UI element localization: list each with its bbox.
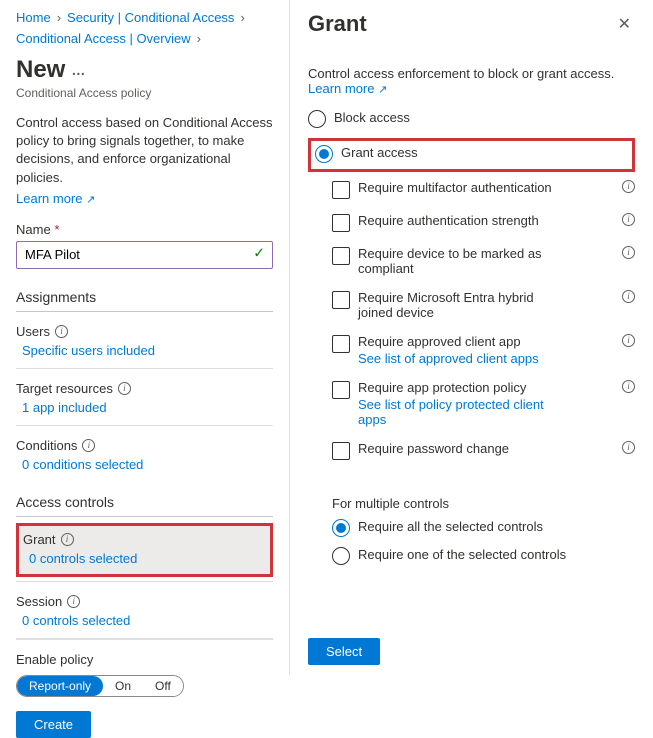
require-compliant-label: Require device to be marked as compliant [358, 246, 558, 276]
breadcrumb: Home › Security | Conditional Access › C… [16, 10, 273, 46]
external-link-icon: ↗ [378, 84, 387, 96]
toggle-off[interactable]: Off [143, 676, 183, 696]
close-icon[interactable]: ✕ [614, 10, 635, 38]
info-icon[interactable]: i [622, 290, 635, 303]
block-access-radio[interactable] [308, 110, 326, 128]
conditions-label: Conditions [16, 438, 77, 453]
grant-access-radio[interactable] [315, 145, 333, 163]
external-link-icon: ↗ [86, 194, 95, 206]
require-mfa-checkbox[interactable] [332, 181, 350, 199]
toggle-on[interactable]: On [103, 676, 143, 696]
require-all-label: Require all the selected controls [358, 519, 543, 534]
require-mfa-label: Require multifactor authentication [358, 180, 552, 195]
info-icon[interactable]: i [82, 439, 95, 452]
require-all-radio[interactable] [332, 519, 350, 537]
require-hybrid-checkbox[interactable] [332, 291, 350, 309]
session-value[interactable]: 0 controls selected [16, 613, 273, 628]
block-access-label: Block access [334, 110, 410, 125]
grant-value[interactable]: 0 controls selected [23, 551, 137, 566]
info-icon[interactable]: i [622, 380, 635, 393]
require-password-checkbox[interactable] [332, 442, 350, 460]
info-icon[interactable]: i [55, 325, 68, 338]
targets-label: Target resources [16, 381, 113, 396]
require-password-label: Require password change [358, 441, 509, 456]
grant-label: Grant [23, 532, 56, 547]
name-input[interactable] [16, 241, 273, 269]
panel-title: Grant [308, 11, 367, 37]
chevron-right-icon: › [197, 31, 201, 46]
info-icon[interactable]: i [622, 180, 635, 193]
breadcrumb-home[interactable]: Home [16, 10, 51, 25]
require-approved-checkbox[interactable] [332, 335, 350, 353]
grant-access-label: Grant access [341, 145, 418, 160]
info-icon[interactable]: i [622, 441, 635, 454]
info-icon[interactable]: i [622, 246, 635, 259]
require-strength-checkbox[interactable] [332, 214, 350, 232]
require-protection-checkbox[interactable] [332, 381, 350, 399]
learn-more-link[interactable]: Learn more ↗ [16, 191, 273, 206]
assignments-header: Assignments [16, 289, 273, 312]
approved-apps-link[interactable]: See list of approved client apps [358, 351, 539, 366]
grant-control-block[interactable]: Grant i 0 controls selected [16, 523, 273, 577]
session-label: Session [16, 594, 62, 609]
multiple-controls-label: For multiple controls [332, 496, 635, 511]
chevron-right-icon: › [240, 10, 244, 25]
breadcrumb-overview[interactable]: Conditional Access | Overview [16, 31, 191, 46]
create-button[interactable]: Create [16, 711, 91, 738]
require-approved-label: Require approved client app See list of … [358, 334, 539, 366]
require-hybrid-label: Require Microsoft Entra hybrid joined de… [358, 290, 558, 320]
require-strength-label: Require authentication strength [358, 213, 539, 228]
info-icon[interactable]: i [622, 334, 635, 347]
select-button[interactable]: Select [308, 638, 380, 665]
protection-apps-link[interactable]: See list of policy protected client apps [358, 397, 558, 427]
info-icon[interactable]: i [61, 533, 74, 546]
enable-policy-toggle[interactable]: Report-only On Off [16, 675, 184, 697]
require-one-label: Require one of the selected controls [358, 547, 566, 562]
page-description: Control access based on Conditional Acce… [16, 114, 273, 187]
chevron-right-icon: › [57, 10, 61, 25]
require-protection-label: Require app protection policy See list o… [358, 380, 558, 427]
more-icon[interactable]: … [71, 62, 85, 78]
users-value[interactable]: Specific users included [16, 343, 273, 358]
name-label: Name * [16, 222, 273, 237]
users-label: Users [16, 324, 50, 339]
require-one-radio[interactable] [332, 547, 350, 565]
page-subtitle: Conditional Access policy [16, 86, 273, 100]
page-title: New … [16, 56, 273, 84]
info-icon[interactable]: i [67, 595, 80, 608]
info-icon[interactable]: i [118, 382, 131, 395]
toggle-report-only[interactable]: Report-only [17, 676, 103, 696]
conditions-value[interactable]: 0 conditions selected [16, 457, 273, 472]
require-compliant-checkbox[interactable] [332, 247, 350, 265]
targets-value[interactable]: 1 app included [16, 400, 273, 415]
enable-policy-label: Enable policy [16, 652, 273, 667]
info-icon[interactable]: i [622, 213, 635, 226]
access-controls-header: Access controls [16, 494, 273, 517]
checkmark-icon: ✓ [253, 244, 265, 261]
breadcrumb-security[interactable]: Security | Conditional Access [67, 10, 234, 25]
panel-learn-more[interactable]: Learn more ↗ [308, 81, 387, 96]
grant-access-highlight: Grant access [308, 138, 635, 172]
panel-description: Control access enforcement to block or g… [308, 66, 635, 96]
